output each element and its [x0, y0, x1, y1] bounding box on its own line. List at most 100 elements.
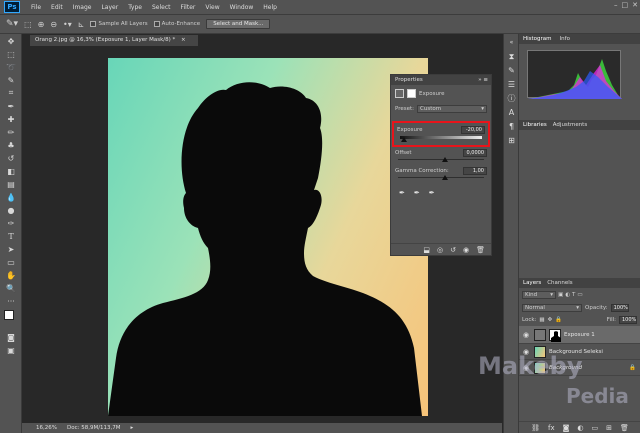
new-group-icon[interactable]: ▭	[592, 424, 599, 432]
eye-icon[interactable]: ◉	[521, 331, 531, 339]
blur-tool-icon[interactable]: 💧	[2, 191, 20, 203]
properties-icon[interactable]: ☰	[506, 79, 517, 90]
subtract-selection-icon[interactable]: ⊖	[50, 20, 57, 29]
new-adjustment-icon[interactable]: ◐	[577, 424, 583, 432]
offset-value-field[interactable]: 0,0000	[463, 149, 487, 157]
filter-shape-icon[interactable]: ▭	[577, 292, 582, 298]
minimize-icon[interactable]: –	[614, 1, 618, 9]
gamma-slider-thumb[interactable]	[442, 175, 448, 180]
brush-angle-icon[interactable]: ⊾	[78, 20, 85, 29]
layer-kind-dropdown[interactable]: Kind ▾	[522, 291, 556, 299]
preset-dropdown[interactable]: Custom ▾	[417, 105, 487, 113]
eraser-tool-icon[interactable]: ◧	[2, 165, 20, 177]
tab-channels[interactable]: Channels	[547, 280, 572, 286]
layer-mask-thumbnail[interactable]	[549, 328, 561, 342]
zoom-tool-icon[interactable]: 🔍	[2, 282, 20, 294]
menu-image[interactable]: Image	[68, 4, 97, 11]
delete-icon[interactable]: 🗑	[476, 246, 485, 254]
layer-mask-icon[interactable]	[407, 89, 416, 98]
screen-mode-icon[interactable]: ▣	[2, 344, 20, 356]
quick-mask-icon[interactable]: ◙	[2, 331, 20, 343]
menu-view[interactable]: View	[200, 4, 224, 11]
close-icon[interactable]: ✕	[632, 1, 638, 9]
document-tab[interactable]: Orang 2.jpg @ 16,3% (Exposure 1, Layer M…	[30, 35, 198, 46]
gamma-value-field[interactable]: 1,00	[463, 167, 487, 175]
history-brush-tool-icon[interactable]: ↺	[2, 152, 20, 164]
brush-tool-icon[interactable]: ✏	[2, 126, 20, 138]
menu-layer[interactable]: Layer	[96, 4, 123, 11]
character-icon[interactable]: A	[506, 107, 517, 118]
gradient-tool-icon[interactable]: ▤	[2, 178, 20, 190]
paragraph-icon[interactable]: ¶	[506, 121, 517, 132]
filter-adjustment-icon[interactable]: ◐	[565, 292, 570, 298]
tab-libraries[interactable]: Libraries	[523, 122, 547, 128]
brush-panel-icon[interactable]: ✎	[506, 65, 517, 76]
black-eyedropper-icon[interactable]: ✒	[399, 189, 405, 197]
layer-style-icon[interactable]: fx	[548, 424, 555, 432]
move-tool-icon[interactable]: ✥	[2, 35, 20, 47]
filter-pixel-icon[interactable]: ▣	[558, 292, 563, 298]
hand-tool-icon[interactable]: ✋	[2, 269, 20, 281]
foreground-color-swatch[interactable]	[4, 310, 14, 320]
color-swatches[interactable]	[0, 308, 21, 330]
add-selection-icon[interactable]: ⊕	[38, 20, 45, 29]
delete-layer-icon[interactable]: 🗑	[620, 424, 629, 432]
maximize-icon[interactable]: □	[622, 1, 629, 9]
lock-pixels-icon[interactable]: ▦	[539, 317, 544, 323]
tab-histogram[interactable]: Histogram	[523, 36, 552, 42]
close-tab-icon[interactable]: ×	[181, 37, 186, 43]
zoom-level[interactable]: 16,26%	[36, 425, 57, 431]
menu-type[interactable]: Type	[123, 4, 147, 11]
document-canvas[interactable]	[108, 58, 428, 416]
more-tools-icon[interactable]: ···	[2, 295, 20, 307]
info-icon[interactable]: ⓘ	[506, 93, 517, 104]
menu-filter[interactable]: Filter	[176, 4, 201, 11]
add-mask-icon[interactable]: ◙	[563, 424, 570, 432]
healing-tool-icon[interactable]: ✚	[2, 113, 20, 125]
view-previous-icon[interactable]: ◎	[437, 246, 443, 254]
type-tool-icon[interactable]: T	[2, 230, 20, 242]
sample-all-layers-checkbox[interactable]: Sample All Layers	[90, 21, 148, 27]
history-icon[interactable]: ⧗	[506, 51, 517, 62]
shape-tool-icon[interactable]: ▭	[2, 256, 20, 268]
tab-adjustments[interactable]: Adjustments	[553, 122, 587, 128]
exposure-slider-thumb[interactable]	[401, 137, 407, 142]
fill-field[interactable]: 100%	[619, 316, 637, 324]
menu-edit[interactable]: Edit	[46, 4, 68, 11]
dodge-tool-icon[interactable]: ●	[2, 204, 20, 216]
gamma-slider[interactable]	[398, 175, 484, 180]
lock-all-icon[interactable]: 🔒	[555, 317, 562, 323]
tab-layers[interactable]: Layers	[523, 280, 541, 286]
visibility-icon[interactable]: ◉	[463, 246, 469, 254]
glyphs-icon[interactable]: ⊞	[506, 135, 517, 146]
marquee-tool-icon[interactable]: ⬚	[2, 48, 20, 60]
quick-select-tool-icon[interactable]: ✎	[2, 74, 20, 86]
pen-tool-icon[interactable]: ✑	[2, 217, 20, 229]
filter-type-icon[interactable]: T	[572, 292, 575, 298]
collapse-icon[interactable]: «	[506, 37, 517, 48]
reset-icon[interactable]: ↺	[450, 246, 456, 254]
path-select-tool-icon[interactable]: ➤	[2, 243, 20, 255]
link-layers-icon[interactable]: ⛓	[531, 424, 540, 432]
eyedropper-tool-icon[interactable]: ✒	[2, 100, 20, 112]
exposure-slider[interactable]	[400, 136, 482, 142]
offset-slider[interactable]	[398, 157, 484, 162]
status-arrow-icon[interactable]: ▸	[131, 425, 134, 431]
menu-help[interactable]: Help	[258, 4, 282, 11]
brush-size-icon[interactable]: •▾	[63, 20, 72, 29]
opacity-field[interactable]: 100%	[610, 304, 629, 312]
menu-window[interactable]: Window	[225, 4, 259, 11]
layer-row-exposure[interactable]: ◉ Exposure 1	[519, 326, 640, 344]
new-selection-icon[interactable]: ⬚	[24, 20, 32, 29]
exposure-value-field[interactable]: -20,00	[461, 126, 485, 134]
gray-eyedropper-icon[interactable]: ✒	[414, 189, 420, 197]
menu-select[interactable]: Select	[147, 4, 176, 11]
tab-info[interactable]: Info	[560, 36, 570, 42]
clip-to-layer-icon[interactable]: ⬓	[423, 246, 430, 254]
lock-position-icon[interactable]: ✥	[548, 317, 553, 323]
clone-stamp-tool-icon[interactable]: ♣	[2, 139, 20, 151]
offset-slider-thumb[interactable]	[442, 157, 448, 162]
blend-mode-dropdown[interactable]: Normal ▾	[522, 304, 582, 312]
panel-menu-icon[interactable]: » ≡	[478, 77, 488, 83]
quick-selection-tool-icon[interactable]: ✎▾	[6, 19, 18, 29]
